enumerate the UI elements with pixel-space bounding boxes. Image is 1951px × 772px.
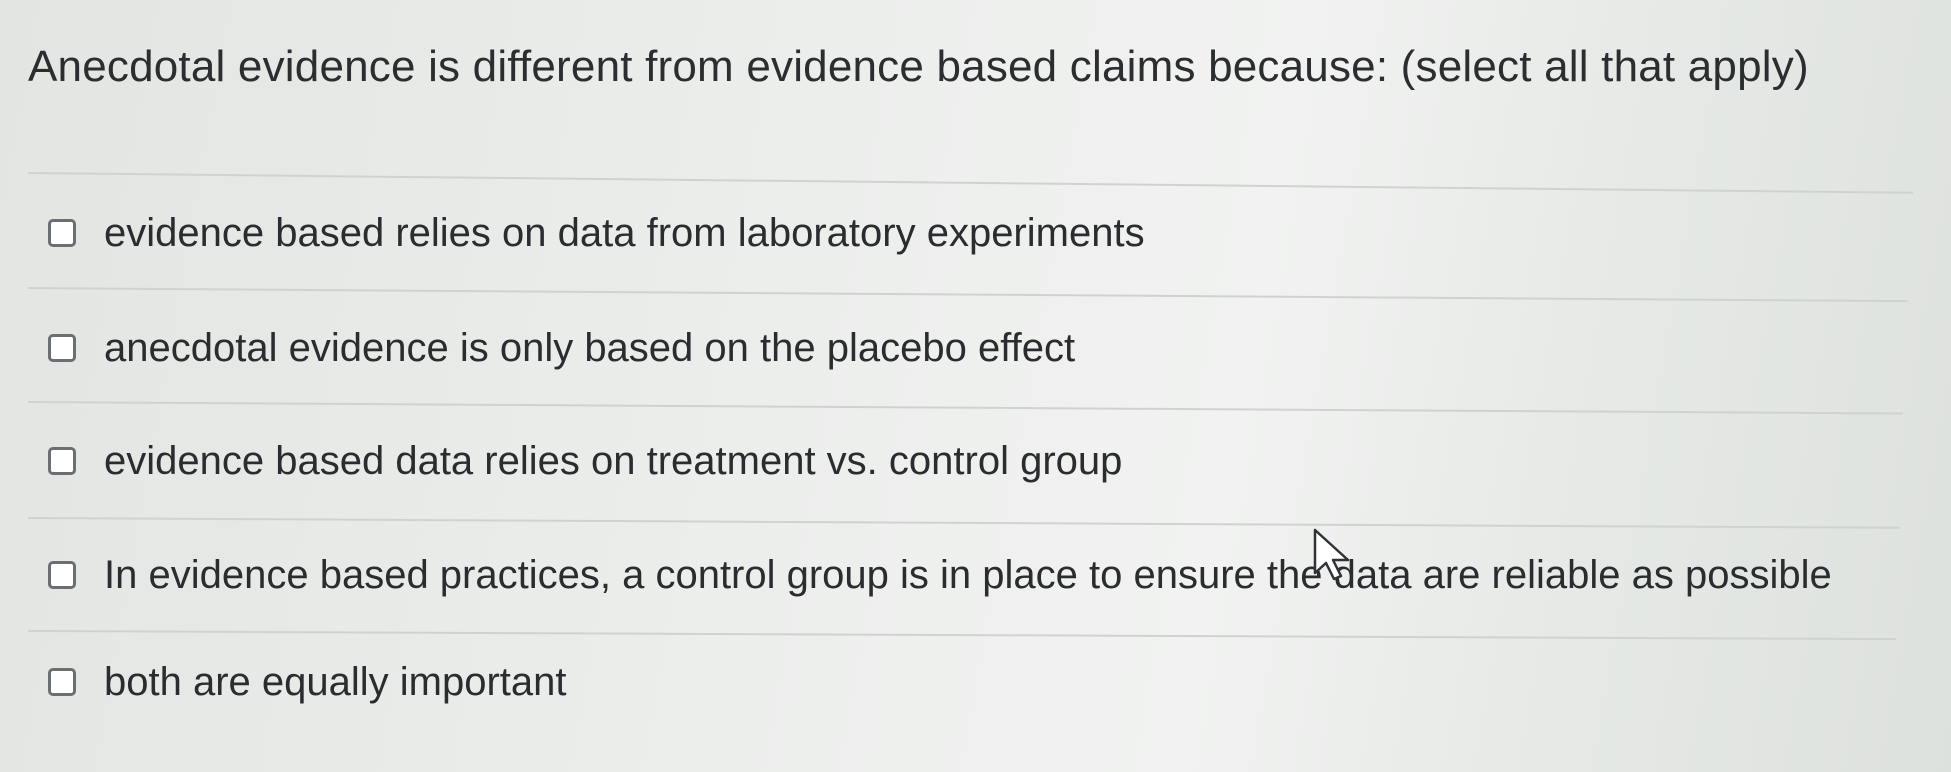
option-label: In evidence based practices, a control g… (104, 552, 1832, 597)
divider (27, 287, 1908, 303)
option-label: anecdotal evidence is only based on the … (104, 325, 1076, 370)
option-label: both are equally important (104, 659, 567, 704)
option-1[interactable]: evidence based relies on data from labor… (48, 203, 1145, 263)
checkbox-icon[interactable] (48, 561, 76, 589)
divider (27, 630, 1896, 641)
option-2[interactable]: anecdotal evidence is only based on the … (48, 318, 1075, 378)
option-5[interactable]: both are equally important (48, 652, 567, 712)
option-4[interactable]: In evidence based practices, a control g… (48, 545, 1832, 605)
option-3[interactable]: evidence based data relies on treatment … (48, 431, 1122, 491)
question-text: Anecdotal evidence is different from evi… (28, 42, 1809, 91)
checkbox-icon[interactable] (48, 219, 76, 247)
option-label: evidence based relies on data from labor… (104, 210, 1145, 255)
checkbox-icon[interactable] (48, 447, 76, 475)
divider (27, 517, 1900, 529)
option-label: evidence based data relies on treatment … (104, 438, 1123, 483)
divider (27, 172, 1913, 194)
checkbox-icon[interactable] (48, 668, 76, 696)
checkbox-icon[interactable] (48, 334, 76, 362)
mouse-pointer-icon (1313, 528, 1350, 581)
divider (27, 401, 1903, 415)
